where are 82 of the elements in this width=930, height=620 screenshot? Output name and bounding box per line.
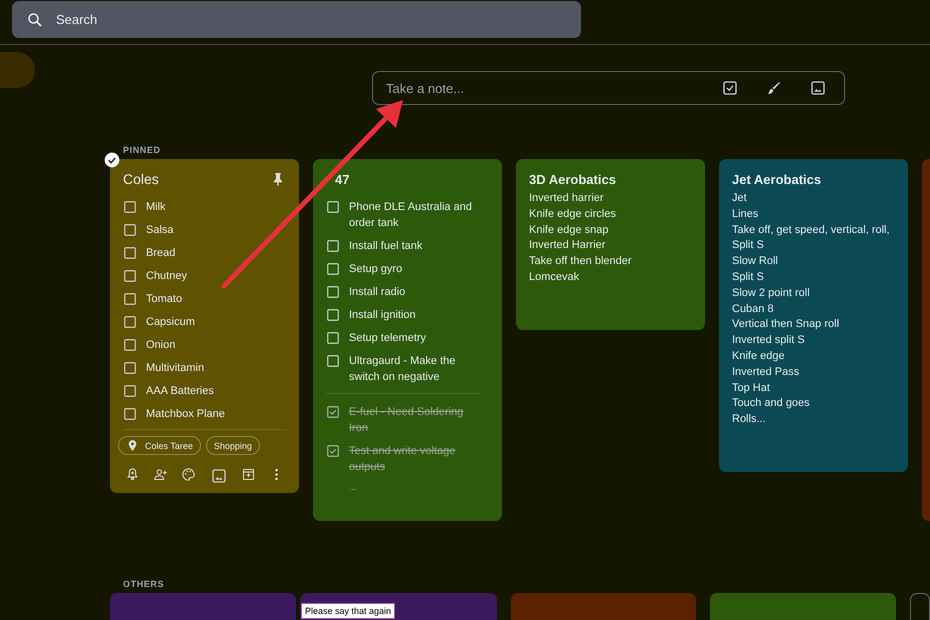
list-item-text: Capsicum <box>146 315 195 330</box>
note-line: Knife edge circles <box>529 206 617 222</box>
checkbox[interactable] <box>326 308 340 322</box>
checkbox[interactable] <box>326 331 340 345</box>
search-icon[interactable] <box>26 11 44 29</box>
note-line: Knife edge snap <box>529 222 610 238</box>
image-icon[interactable] <box>210 467 228 485</box>
checkbox[interactable] <box>326 444 340 458</box>
note-line: Take off then blender <box>529 254 633 270</box>
list-item-text: Multivitamin <box>146 361 204 376</box>
list-item-text: AAA Batteries <box>146 384 214 399</box>
list-item-text: Tomato <box>146 292 182 307</box>
note-line: Lines <box>732 206 760 222</box>
list-item-text: Install ignition <box>349 308 416 323</box>
checkbox[interactable] <box>123 338 137 352</box>
note-line: Lomcevak <box>529 270 580 285</box>
list-item-text: Onion <box>146 338 176 353</box>
checkbox[interactable] <box>326 354 340 368</box>
list-item-text: Install fuel tank <box>349 239 422 254</box>
checkbox[interactable] <box>123 269 137 283</box>
take-note-field[interactable]: Take a note... <box>372 71 845 105</box>
note-line: Inverted harrier <box>529 191 605 206</box>
list-item-text: Install radio <box>349 285 406 300</box>
note-line: Split S <box>732 238 765 254</box>
list-item-text: Setup gyro <box>349 262 402 277</box>
search-field[interactable]: Search <box>12 1 581 38</box>
list-item-text: Ultragaurd - Make the switch on negative <box>349 354 456 385</box>
list-item-text: Chutney <box>146 269 187 284</box>
note-line: Slow 2 point roll <box>732 286 811 301</box>
note-title: 47 <box>335 172 350 186</box>
note-line: Knife edge <box>732 348 786 364</box>
location-pin-icon <box>126 439 139 452</box>
list-item-text: Setup telemetry <box>349 331 426 346</box>
image-icon[interactable] <box>809 79 827 97</box>
list-item-text: Test and write voltage outputs <box>349 444 456 475</box>
note-line: Top Hat <box>732 380 771 396</box>
note-line: Cuban 8 <box>732 302 775 317</box>
list-item-text: Salsa <box>146 223 174 238</box>
note-line: Inverted Pass <box>732 364 800 380</box>
checkbox[interactable] <box>326 285 340 299</box>
checkbox[interactable] <box>326 200 340 214</box>
label-chip[interactable]: Shopping <box>206 436 260 455</box>
note-card[interactable] <box>719 159 908 472</box>
checkbox[interactable] <box>123 361 137 375</box>
note-title: Coles <box>123 171 159 187</box>
checkbox[interactable] <box>123 407 137 421</box>
note-title: 3D Aerobatics <box>529 172 616 186</box>
selected-check-icon[interactable] <box>104 152 120 168</box>
section-label: PINNED <box>122 145 162 157</box>
list-item-text: Milk <box>146 200 166 215</box>
checkbox[interactable] <box>123 384 137 398</box>
note-line: Jet <box>732 191 748 206</box>
checkbox[interactable] <box>123 200 137 214</box>
list-item-text: Bread <box>146 246 176 261</box>
note-card[interactable]: Coles Milk Salsa Bread Chutney Tomato Capsicum Onion Multivitamin AAA Batteries Matchbox Plane Coles Taree Shopping <box>110 159 299 493</box>
note-line: Inverted Harrier <box>529 238 606 254</box>
checkbox[interactable] <box>326 262 340 276</box>
checkbox-icon[interactable] <box>721 79 739 97</box>
checkbox[interactable] <box>326 239 340 253</box>
more-items-indicator: ... <box>348 482 358 492</box>
checkbox[interactable] <box>123 292 137 306</box>
tooltip: Please say that again <box>301 603 396 619</box>
checkbox[interactable] <box>123 315 137 329</box>
note-line: Inverted split S <box>732 333 806 348</box>
brush-icon[interactable] <box>765 79 783 97</box>
note-card[interactable]: 3D Aerobatics Inverted harrier Knife edge circles Knife edge snap Inverted Harrier Take off then blender Lomcevak <box>516 159 705 330</box>
note-line: Slow Roll <box>732 254 779 270</box>
list-item-text: Matchbox Plane <box>146 407 225 422</box>
section-label: OTHERS <box>122 579 166 591</box>
list-item-text: Phone DLE Australia and order tank <box>349 200 473 231</box>
note-line: Rolls... <box>732 412 767 428</box>
note-line: Take off, get speed, vertical, roll, <box>732 222 891 238</box>
note-title: Jet Aerobatics <box>732 172 822 186</box>
checkbox[interactable] <box>123 246 137 260</box>
list-item-text: E-fuel - Need Soldering Iron <box>349 405 464 436</box>
location-chip[interactable]: Coles Taree <box>118 436 201 455</box>
note-line: Split S <box>732 270 765 285</box>
sidebar-highlight <box>0 52 35 88</box>
note-line: Vertical then Snap roll <box>732 317 840 332</box>
note-line: Touch and goes <box>732 396 811 412</box>
checkbox[interactable] <box>326 405 340 419</box>
checkbox[interactable] <box>123 223 137 237</box>
